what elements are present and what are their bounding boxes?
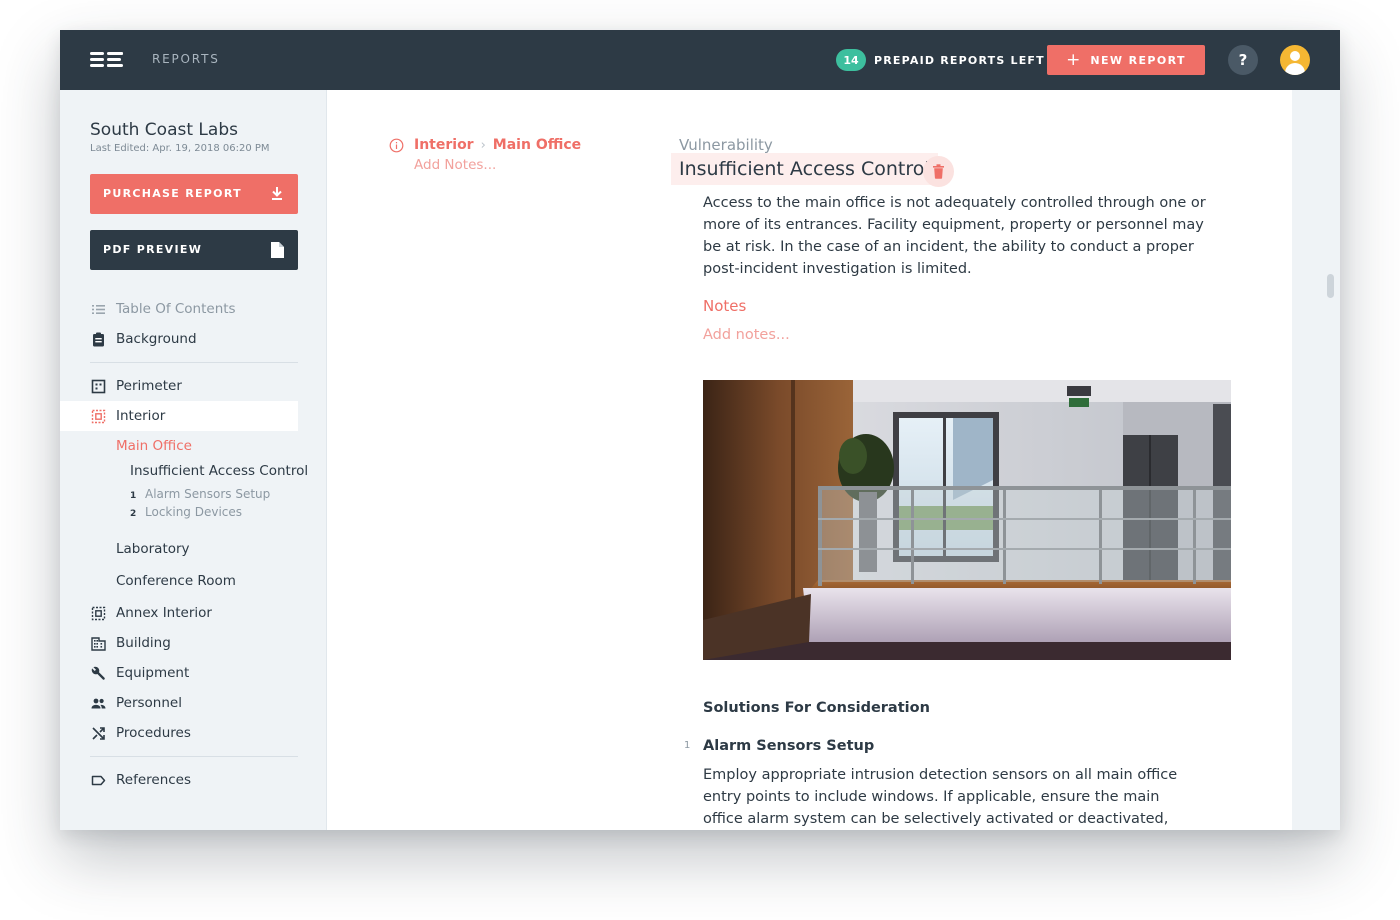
sidebar-item-label: Perimeter — [116, 378, 182, 394]
top-bar: REPORTS 14 PREPAID REPORTS LEFT + NEW RE… — [60, 30, 1340, 90]
solution-label: Alarm Sensors Setup — [145, 487, 271, 501]
breadcrumb: Interior › Main Office — [389, 137, 581, 153]
sidebar-item-procedures[interactable]: Procedures — [60, 718, 298, 748]
chevron-right-icon: › — [480, 137, 486, 153]
sidebar-subitem-laboratory[interactable]: Laboratory — [116, 541, 190, 557]
sidebar-item-background[interactable]: Background — [60, 324, 298, 354]
help-button[interactable]: ? — [1228, 45, 1258, 75]
pdf-preview-button[interactable]: PDF PREVIEW — [90, 230, 298, 270]
project-name: South Coast Labs — [90, 120, 238, 140]
solutions-heading: Solutions For Consideration — [703, 700, 930, 716]
sidebar-divider — [90, 756, 298, 757]
sidebar-item-label: Table Of Contents — [116, 301, 236, 317]
breadcrumb-interior-link[interactable]: Interior — [414, 137, 474, 153]
list-icon — [92, 305, 105, 314]
vulnerability-description[interactable]: Access to the main office is not adequat… — [703, 192, 1223, 280]
sidebar-item-label: References — [116, 772, 192, 788]
prepaid-count-badge: 14 — [836, 49, 866, 71]
delete-button[interactable] — [923, 156, 954, 187]
sidebar-item-label: Background — [116, 331, 197, 347]
reports-nav-link[interactable]: REPORTS — [152, 52, 220, 66]
prepaid-reports-indicator: 14 PREPAID REPORTS LEFT — [836, 48, 1045, 72]
sidebar-item-label: Building — [116, 635, 171, 651]
solution-description[interactable]: Employ appropriate intrusion detection s… — [703, 764, 1203, 830]
right-gutter — [1292, 90, 1340, 830]
building-icon — [91, 637, 106, 651]
sidebar-item-label: Personnel — [116, 695, 182, 711]
interior-plan-icon — [91, 606, 106, 621]
purchase-report-button[interactable]: PURCHASE REPORT — [90, 174, 298, 214]
sidebar-item-equipment[interactable]: Equipment — [60, 658, 298, 688]
sidebar-subitem-conference-room[interactable]: Conference Room — [116, 573, 236, 589]
vulnerability-photo[interactable] — [703, 380, 1231, 660]
main-content: Interior › Main Office Add Notes... Vuln… — [327, 90, 1292, 830]
sidebar-item-perimeter[interactable]: Perimeter — [60, 371, 298, 401]
floor-plan-icon — [91, 379, 106, 394]
vulnerability-title-field[interactable]: Insufficient Access Control — [671, 153, 938, 185]
solution-number: 2 — [130, 509, 137, 519]
solution-number: 1 — [684, 740, 691, 751]
sidebar-item-building[interactable]: Building — [60, 628, 298, 658]
sidebar-item-personnel[interactable]: Personnel — [60, 688, 298, 718]
vulnerability-title: Insufficient Access Control — [679, 158, 930, 180]
sidebar-item-interior[interactable]: Interior — [60, 401, 298, 431]
purchase-report-label: PURCHASE REPORT — [103, 187, 242, 200]
app-window: REPORTS 14 PREPAID REPORTS LEFT + NEW RE… — [60, 30, 1340, 830]
sidebar-item-label: Annex Interior — [116, 605, 212, 621]
breadcrumb-main-office-link[interactable]: Main Office — [493, 137, 581, 153]
plus-icon: + — [1066, 49, 1081, 70]
user-avatar[interactable] — [1280, 45, 1310, 75]
pdf-preview-label: PDF PREVIEW — [103, 243, 203, 256]
wrench-icon — [91, 666, 105, 680]
sidebar-item-references[interactable]: References — [60, 765, 298, 795]
sidebar-solution-item[interactable]: 2 Locking Devices — [130, 505, 242, 519]
solution-label: Locking Devices — [145, 505, 243, 519]
notes-input[interactable]: Add notes... — [703, 327, 790, 343]
sidebar-item-table-of-contents[interactable]: Table Of Contents — [60, 294, 298, 324]
label-icon — [91, 775, 106, 786]
shuffle-icon — [92, 727, 105, 740]
sidebar-divider — [90, 362, 298, 363]
download-icon — [272, 187, 282, 200]
breadcrumb-add-notes[interactable]: Add Notes... — [414, 157, 496, 173]
sidebar-item-label: Procedures — [116, 725, 191, 741]
document-icon — [271, 242, 284, 258]
sidebar: South Coast Labs Last Edited: Apr. 19, 2… — [60, 90, 327, 830]
trash-icon — [933, 164, 944, 179]
sidebar-item-annex-interior[interactable]: Annex Interior — [60, 598, 298, 628]
clipboard-icon — [93, 332, 104, 347]
solution-number: 1 — [130, 491, 137, 501]
scrollbar-thumb[interactable] — [1327, 274, 1334, 298]
interior-plan-icon — [91, 409, 106, 424]
notes-heading: Notes — [703, 297, 747, 315]
prepaid-label: PREPAID REPORTS LEFT — [874, 53, 1045, 67]
sidebar-item-label: Interior — [116, 408, 166, 424]
last-edited-timestamp: Last Edited: Apr. 19, 2018 06:20 PM — [90, 143, 270, 154]
new-report-button[interactable]: + NEW REPORT — [1047, 45, 1205, 75]
vulnerability-label: Vulnerability — [679, 136, 773, 154]
app-logo-icon[interactable] — [90, 52, 124, 68]
sidebar-vulnerability-item[interactable]: Insufficient Access Control — [130, 463, 308, 479]
people-icon — [91, 698, 106, 709]
new-report-label: NEW REPORT — [1090, 53, 1186, 67]
info-icon — [389, 138, 404, 152]
sidebar-solution-item[interactable]: 1 Alarm Sensors Setup — [130, 487, 270, 501]
sidebar-item-label: Equipment — [116, 665, 190, 681]
solution-title[interactable]: Alarm Sensors Setup — [703, 738, 874, 754]
sidebar-subitem-main-office[interactable]: Main Office — [116, 438, 192, 454]
